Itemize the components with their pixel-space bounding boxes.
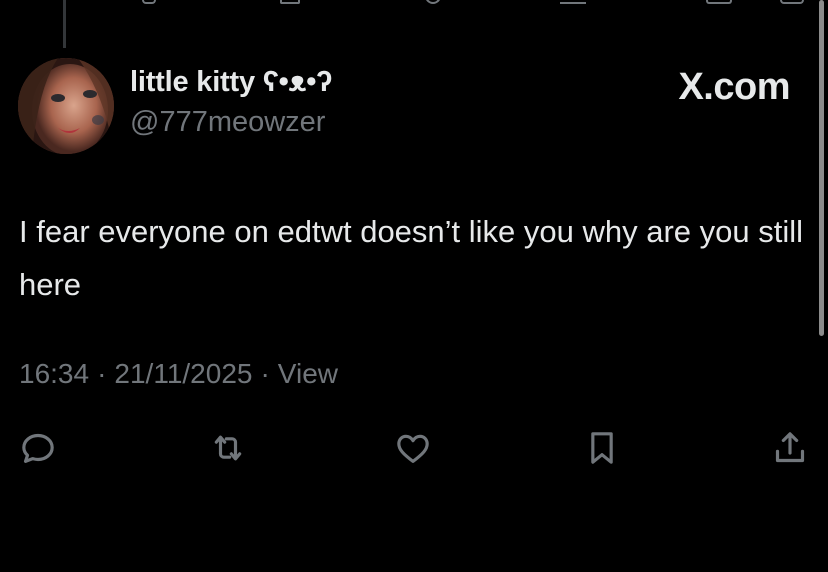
cropped-heart-icon: [425, 0, 441, 4]
scrollbar-thumb[interactable]: [819, 0, 824, 336]
avatar[interactable]: [18, 58, 114, 154]
meta-separator: ·: [260, 358, 270, 389]
author-name-row[interactable]: little kitty ʕ•ᴥ•ʔ: [130, 66, 332, 99]
tweet-action-bar: [0, 428, 828, 468]
x-com-watermark: X.com: [678, 66, 790, 108]
bookmark-icon: [591, 432, 613, 464]
author-display-name[interactable]: little kitty ʕ•ᴥ•ʔ: [130, 66, 332, 99]
cropped-views-icon: [560, 0, 586, 4]
previous-tweet-actions-cropped: [0, 0, 828, 6]
cropped-retweet-icon: [280, 0, 300, 4]
tweet-text: I fear everyone on edtwt doesn’t like yo…: [19, 214, 804, 302]
author-handle[interactable]: @777meowzer: [130, 106, 325, 139]
share-button[interactable]: [770, 428, 810, 468]
tweet-time[interactable]: 16:34: [19, 358, 89, 390]
cropped-bookmark-icon: [706, 0, 732, 4]
like-button[interactable]: [393, 428, 433, 468]
thread-connector-line: [63, 0, 66, 48]
cropped-share-icon: [780, 0, 804, 4]
tweet-meta: 16:34 · 21/11/2025 · View: [19, 358, 338, 390]
meta-separator: ·: [97, 358, 107, 389]
avatar-photo: [18, 58, 114, 154]
cropped-reply-icon: [142, 0, 156, 4]
retweet-icon: [214, 435, 242, 461]
bookmark-button[interactable]: [582, 428, 622, 468]
retweet-button[interactable]: [208, 428, 248, 468]
heart-icon: [397, 434, 429, 463]
reply-button[interactable]: [18, 428, 58, 468]
reply-icon: [22, 433, 54, 463]
tweet-date[interactable]: 21/11/2025: [114, 358, 252, 390]
share-icon: [775, 432, 805, 463]
views-link[interactable]: View: [278, 358, 338, 390]
